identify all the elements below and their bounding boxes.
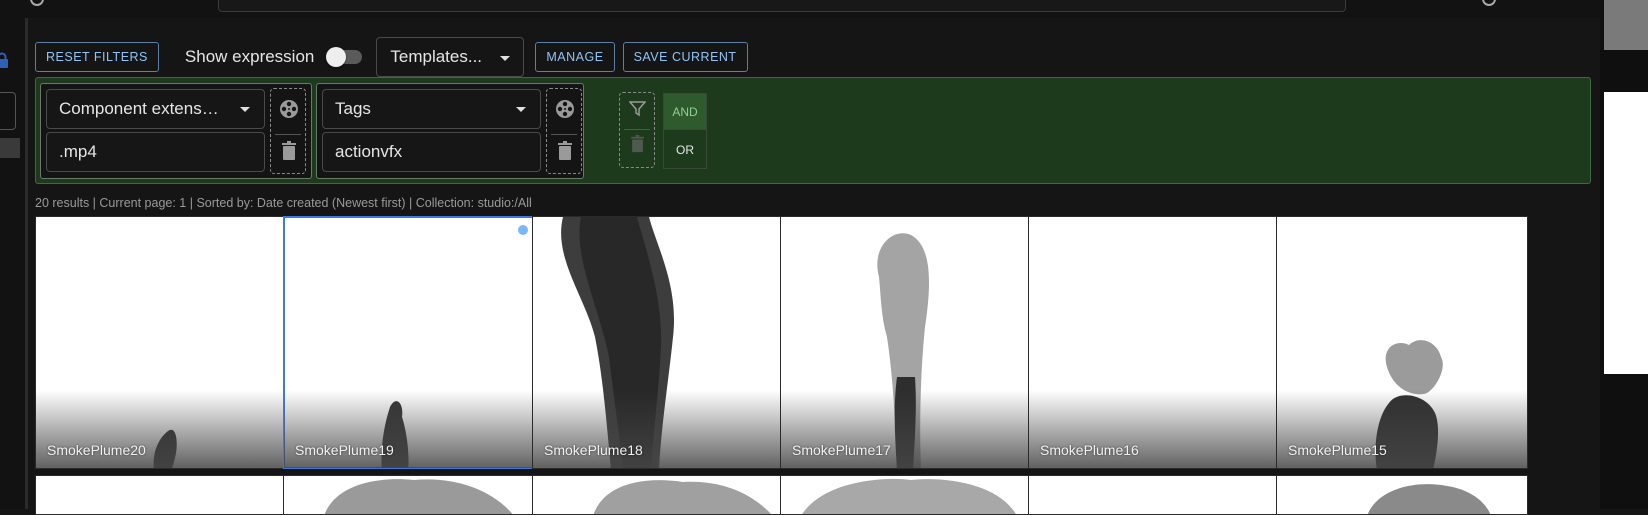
combinator-toggle: AND OR — [663, 93, 707, 169]
show-expression-toggle[interactable] — [326, 47, 364, 67]
chevron-down-icon — [240, 107, 250, 112]
trash-icon[interactable] — [281, 141, 297, 161]
toggle-knob — [326, 47, 347, 67]
filter-toolbar: RESET FILTERS Show expression Templates.… — [35, 32, 748, 82]
trash-icon[interactable] — [557, 141, 573, 161]
thumbnail — [593, 480, 772, 514]
result-name: SmokePlume15 — [1288, 442, 1387, 458]
result-card[interactable]: SmokePlume16 — [1028, 216, 1280, 469]
menu-icon[interactable] — [30, 0, 44, 6]
result-card[interactable] — [283, 475, 535, 515]
result-card[interactable] — [780, 475, 1032, 515]
result-card[interactable]: SmokePlume17 — [780, 216, 1032, 469]
filter-panel: Component extens… .mp4 Tags actionvfx AN… — [35, 77, 1591, 184]
result-card[interactable]: SmokePlume20 — [35, 216, 287, 469]
result-name: SmokePlume20 — [47, 442, 146, 458]
sidebar-field[interactable] — [0, 92, 16, 130]
left-sidebar — [0, 18, 28, 509]
chevron-down-icon — [500, 56, 511, 61]
thumbnail — [1367, 484, 1491, 514]
filter-group: Component extens… .mp4 — [40, 83, 312, 179]
filter-actions — [270, 88, 306, 174]
group-actions — [619, 92, 655, 168]
film-reel-icon[interactable] — [555, 99, 575, 119]
results-status: 20 results | Current page: 1 | Sorted by… — [35, 196, 532, 210]
manage-button[interactable]: MANAGE — [535, 42, 615, 72]
result-name: SmokePlume17 — [792, 442, 891, 458]
result-name: SmokePlume19 — [295, 442, 394, 458]
filter-field-select[interactable]: Component extens… — [46, 89, 265, 129]
divider — [624, 129, 650, 130]
show-expression-label: Show expression — [184, 47, 315, 66]
main-panel: RESET FILTERS Show expression Templates.… — [28, 18, 1600, 515]
filter-value-input[interactable]: actionvfx — [322, 132, 541, 172]
filter-actions — [546, 88, 582, 174]
result-card[interactable] — [35, 475, 287, 515]
filter-value-text: actionvfx — [335, 142, 403, 161]
thumbnail — [802, 478, 1016, 514]
film-reel-icon[interactable] — [279, 99, 299, 119]
filter-group: Tags actionvfx — [316, 83, 584, 179]
result-card[interactable] — [1276, 475, 1528, 515]
result-name: SmokePlume18 — [544, 442, 643, 458]
lock-icon[interactable] — [0, 52, 10, 68]
filter-icon[interactable] — [629, 100, 646, 117]
filter-value-input[interactable]: .mp4 — [46, 132, 265, 172]
save-current-button[interactable]: SAVE CURRENT — [622, 42, 748, 72]
result-card[interactable] — [1028, 475, 1280, 515]
global-search-input[interactable] — [218, 0, 1346, 12]
filter-field-value: Tags — [335, 99, 371, 118]
templates-select-value: Templates... — [390, 47, 483, 66]
result-name: SmokePlume16 — [1040, 442, 1139, 458]
templates-select[interactable]: Templates... — [376, 37, 525, 77]
and-button[interactable]: AND — [664, 94, 706, 130]
reset-filters-button[interactable]: RESET FILTERS — [35, 42, 159, 72]
thumbnail — [324, 479, 513, 514]
preview-image — [1604, 92, 1648, 374]
filter-field-value: Component extens… — [59, 99, 219, 118]
filter-field-select[interactable]: Tags — [322, 89, 541, 129]
result-card[interactable]: SmokePlume15 — [1276, 216, 1528, 469]
sidebar-selected-item[interactable] — [0, 138, 20, 158]
top-bar — [0, 0, 1600, 18]
filter-value-text: .mp4 — [59, 142, 97, 161]
trash-icon[interactable] — [630, 135, 645, 153]
result-card[interactable]: SmokePlume19 — [283, 216, 535, 469]
divider — [551, 134, 577, 135]
result-card[interactable] — [532, 475, 784, 515]
or-button[interactable]: OR — [664, 131, 706, 168]
result-card[interactable]: SmokePlume18 — [532, 216, 784, 469]
chevron-down-icon — [516, 107, 526, 112]
account-icon[interactable] — [1482, 0, 1496, 6]
preview-header — [1604, 0, 1648, 50]
selected-indicator — [518, 225, 528, 235]
divider — [275, 134, 301, 135]
preview-panel — [1600, 0, 1648, 509]
